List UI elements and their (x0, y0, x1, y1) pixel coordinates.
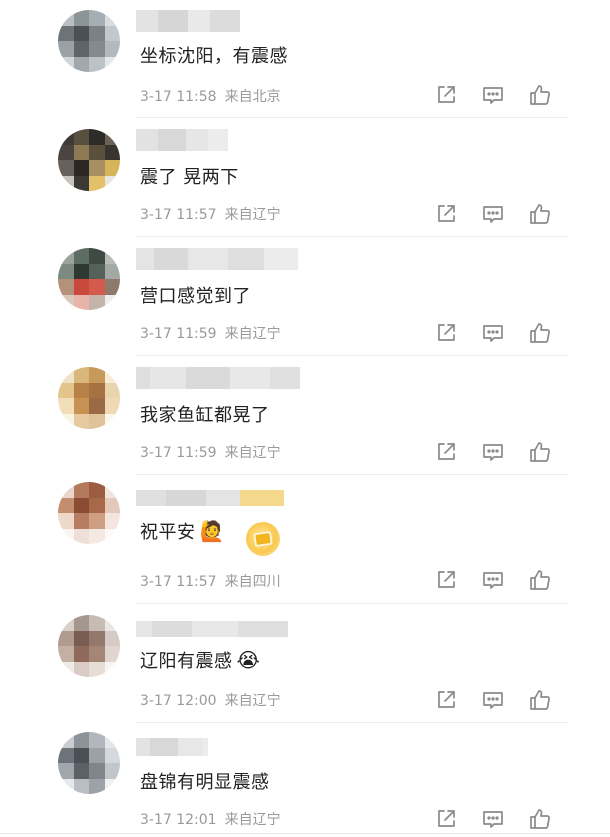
comment-item: 祝平安 🙋 3-17 11:57 来自四川 (0, 476, 610, 604)
divider (136, 722, 568, 723)
avatar[interactable] (58, 10, 120, 72)
username-blurred[interactable] (136, 490, 284, 506)
comment-meta: 3-17 11:59 来自辽宁 (140, 326, 281, 342)
thumbs-up-icon[interactable] (528, 321, 552, 345)
comment-meta: 3-17 11:57 来自辽宁 (140, 207, 281, 223)
username-blurred[interactable] (136, 738, 208, 756)
comment-meta: 3-17 11:59 来自辽宁 (140, 445, 281, 461)
comment-meta: 3-17 11:58 来自北京 (140, 89, 281, 105)
username-blurred[interactable] (136, 10, 240, 32)
comment-meta: 3-17 11:57 来自四川 (140, 574, 281, 590)
avatar[interactable] (58, 129, 120, 191)
username-blurred[interactable] (136, 621, 288, 637)
comment-text: 我家鱼缸都晃了 (140, 405, 270, 426)
username-blurred[interactable] (136, 129, 228, 151)
divider (136, 474, 568, 475)
share-icon[interactable] (434, 440, 458, 464)
comment-text: 辽阳有震感 😭 (140, 648, 261, 672)
comment-meta: 3-17 12:01 来自辽宁 (140, 812, 281, 828)
comment-icon[interactable] (481, 202, 505, 226)
thumbs-up-icon[interactable] (528, 440, 552, 464)
share-icon[interactable] (434, 807, 458, 831)
comment-icon[interactable] (481, 83, 505, 107)
comment-icon[interactable] (481, 440, 505, 464)
comment-text: 盘锦有明显震感 (140, 772, 270, 793)
comment-meta: 3-17 12:00 来自辽宁 (140, 693, 281, 709)
comment-icon[interactable] (481, 807, 505, 831)
share-icon[interactable] (434, 568, 458, 592)
divider (136, 236, 568, 237)
comment-item: 盘锦有明显震感 3-17 12:01 来自辽宁 (0, 724, 610, 836)
thumbs-up-icon[interactable] (528, 688, 552, 712)
comment-icon[interactable] (481, 321, 505, 345)
comment-text: 震了 晃两下 (140, 167, 239, 188)
avatar[interactable] (58, 615, 120, 677)
divider (136, 603, 568, 604)
share-icon[interactable] (434, 202, 458, 226)
divider (136, 117, 568, 118)
divider (136, 355, 568, 356)
thumbs-up-icon[interactable] (528, 202, 552, 226)
thumbs-up-icon[interactable] (528, 83, 552, 107)
avatar[interactable] (58, 367, 120, 429)
thumbs-up-icon[interactable] (528, 807, 552, 831)
divider (0, 833, 610, 834)
comment-item: 辽阳有震感 😭 3-17 12:00 来自辽宁 (0, 605, 610, 723)
comment-item: 营口感觉到了 3-17 11:59 来自辽宁 (0, 238, 610, 356)
comment-item: 震了 晃两下 3-17 11:57 来自辽宁 (0, 119, 610, 237)
username-blurred[interactable] (136, 248, 298, 270)
share-icon[interactable] (434, 83, 458, 107)
comment-text: 营口感觉到了 (140, 286, 251, 307)
share-icon[interactable] (434, 688, 458, 712)
raising-hand-emoji: 🙋 (199, 519, 225, 543)
comment-icon[interactable] (481, 568, 505, 592)
comment-icon[interactable] (481, 688, 505, 712)
comment-text: 坐标沈阳，有震感 (140, 46, 288, 67)
avatar[interactable] (58, 248, 120, 310)
coin-sticker-icon (246, 522, 280, 556)
crying-face-emoji: 😭 (236, 648, 261, 672)
avatar[interactable] (58, 732, 120, 794)
thumbs-up-icon[interactable] (528, 568, 552, 592)
comment-item: 坐标沈阳，有震感 3-17 11:58 来自北京 (0, 0, 610, 118)
username-blurred[interactable] (136, 367, 300, 389)
share-icon[interactable] (434, 321, 458, 345)
comment-item: 我家鱼缸都晃了 3-17 11:59 来自辽宁 (0, 357, 610, 475)
avatar[interactable] (58, 482, 120, 544)
comment-text: 祝平安 🙋 (140, 519, 225, 543)
